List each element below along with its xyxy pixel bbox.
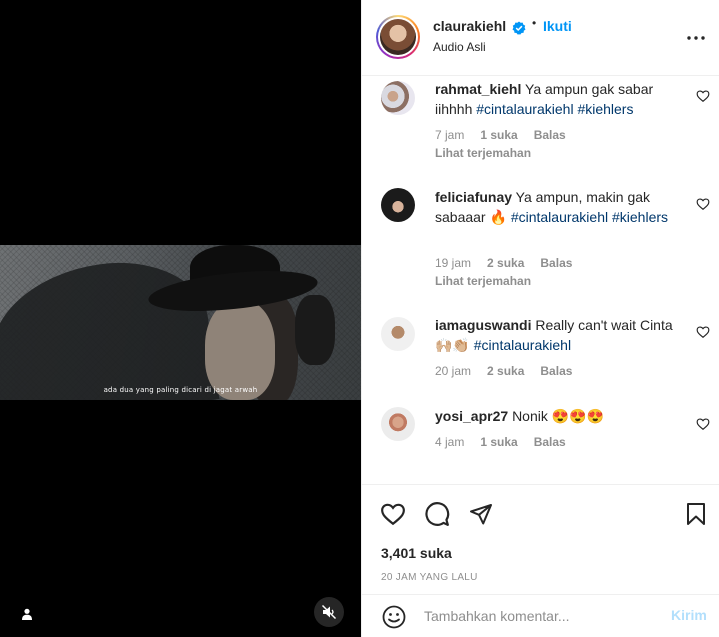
save-button[interactable] [682,500,710,528]
header-separator: • [532,16,537,30]
comment-hashtags[interactable]: #cintalaurakiehl #kiehlers [476,101,633,117]
commenter-username[interactable]: iamaguswandi [435,317,531,333]
reply-button[interactable]: Balas [540,256,572,270]
follow-button[interactable]: Ikuti [543,18,572,34]
comment-time: 4 jam [435,435,465,449]
see-translation-link[interactable]: Lihat terjemahan [435,146,531,160]
comment-time: 19 jam [435,256,472,270]
comment-text: Nonik 😍😍😍 [512,408,605,424]
commenter-avatar[interactable] [381,407,415,441]
post-panel: claurakiehl • Ikuti Audio Asli rahmat_ki… [361,0,719,637]
reply-button[interactable]: Balas [534,435,566,449]
post-actions: 3,401 suka 20 JAM YANG LALU [362,484,719,594]
comment-likes[interactable]: 2 suka [487,256,524,270]
commenter-avatar[interactable] [381,81,415,115]
video-frame [0,245,361,400]
send-icon [470,504,492,525]
see-translation-link[interactable]: Lihat terjemahan [435,274,531,288]
comment-hashtags[interactable]: #cintalaurakiehl [474,337,571,353]
video-subtitle: ada dua yang paling dicari di jagat arwa… [103,386,258,394]
comment-icon [425,502,450,526]
speaker-muted-icon [321,604,337,620]
mute-button[interactable] [314,597,344,627]
commenter-username[interactable]: feliciafunay [435,189,512,205]
like-comment-icon[interactable] [696,89,710,103]
commenter-avatar[interactable] [381,188,415,222]
commenter-username[interactable]: rahmat_kiehl [435,81,521,97]
more-options-icon [687,36,705,40]
emoji-icon [382,605,406,629]
comment-button[interactable] [423,500,451,528]
comment-time: 20 jam [435,364,472,378]
like-comment-icon[interactable] [696,197,710,211]
comment-likes[interactable]: 2 suka [487,364,524,378]
user-icon [22,608,32,620]
more-options-button[interactable] [684,26,708,50]
emoji-button[interactable] [381,604,407,630]
comment-composer: Kirim [362,594,719,637]
comment-hashtags[interactable]: #cintalaurakiehl #kiehlers [511,209,668,225]
commenter-username[interactable]: yosi_apr27 [435,408,508,424]
like-comment-icon[interactable] [696,325,710,339]
post-timestamp[interactable]: 20 JAM YANG LALU [381,572,478,583]
like-comment-icon[interactable] [696,417,710,431]
share-button[interactable] [467,500,495,528]
comment-likes[interactable]: 1 suka [480,128,517,142]
post-comment-button[interactable]: Kirim [671,607,707,623]
author-avatar[interactable] [376,15,420,59]
likes-count[interactable]: 3,401 suka [381,545,452,561]
audio-label[interactable]: Audio Asli [433,40,486,54]
heart-icon [381,503,405,526]
comment-time: 7 jam [435,128,465,142]
commenter-avatar[interactable] [381,317,415,351]
comment-likes[interactable]: 1 suka [480,435,517,449]
post-header: claurakiehl • Ikuti Audio Asli [362,0,719,76]
author-username[interactable]: claurakiehl [433,18,506,34]
tagged-users-button[interactable] [15,602,39,626]
comments-list[interactable]: rahmat_kiehl Ya ampun gak sabar iihhhh #… [362,77,719,483]
comment-input[interactable] [424,604,654,628]
like-button[interactable] [379,500,407,528]
bookmark-icon [687,503,705,525]
reply-button[interactable]: Balas [534,128,566,142]
video-player[interactable]: ada dua yang paling dicari di jagat arwa… [0,0,361,637]
reply-button[interactable]: Balas [540,364,572,378]
verified-badge-icon [512,21,526,35]
